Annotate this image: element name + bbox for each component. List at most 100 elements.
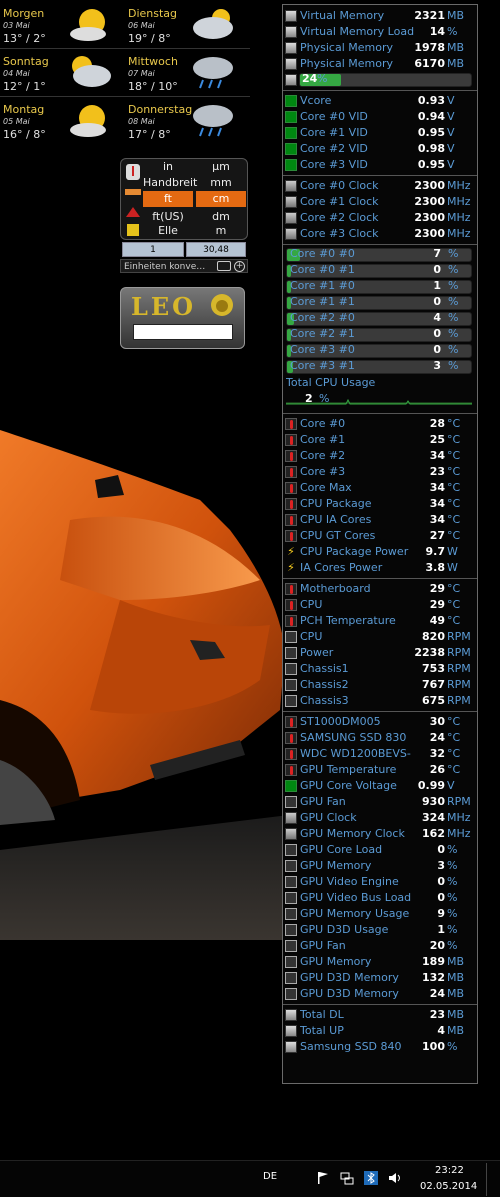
sensor-row[interactable]: Core #1 Clock 2300 MHz [283,194,477,210]
sensor-row[interactable]: Core #2 34 °C [283,448,477,464]
sensor-row[interactable]: ST1000DM005 30 °C [283,714,477,730]
sensor-row[interactable]: Core #3 23 °C [283,464,477,480]
sensor-unit: RPM [447,678,471,691]
unit-converter-gadget[interactable]: in µm Handbreit mm ft cm ft(US) dm Elle … [120,158,248,278]
weather-day-1[interactable]: Morgen 03 Mai 13° / 2° [0,2,125,48]
sensor-label: CPU IA Cores [300,513,372,526]
sensor-row[interactable]: CPU Package 34 °C [283,496,477,512]
unit-left-selected[interactable]: ft [143,191,193,207]
sensor-row[interactable]: Core #2 Clock 2300 MHz [283,210,477,226]
sensor-row[interactable]: CPU 29 °C [283,597,477,613]
fan-icon [285,844,297,856]
sensor-row[interactable]: GPU Fan 930 RPM [283,794,477,810]
sensor-row[interactable]: GPU Video Engine 0% [283,874,477,890]
converter-input-left[interactable]: 1 [122,242,184,257]
sensor-row[interactable]: GPU Video Bus Load 0% [283,890,477,906]
sensor-row[interactable]: GPU Core Load 0% [283,842,477,858]
sensor-row[interactable]: GPU D3D Memory 24 MB [283,986,477,1002]
sensor-row[interactable]: Vcore 0.93 V [283,93,477,109]
sensor-value: 0.95 [417,126,445,139]
weather-date: 07 Mai [128,69,155,78]
sensor-row[interactable]: Total DL 23 MB [283,1007,477,1023]
sensor-row[interactable]: Core #2 VID 0.98 V [283,141,477,157]
weather-day-6[interactable]: Donnerstag 08 Mai 17° / 8° [125,98,250,144]
sensor-row[interactable]: GPU D3D Usage 1% [283,922,477,938]
show-desktop-button[interactable] [486,1163,498,1196]
sensor-row[interactable]: ⚡ IA Cores Power 3.8 W [283,560,477,576]
sensor-row[interactable]: CPU IA Cores 34 °C [283,512,477,528]
clock-date[interactable]: 02.05.2014 [420,1181,477,1192]
speech-bubble-icon[interactable] [217,261,231,271]
converter-input-right[interactable]: 30,48 [186,242,246,257]
flag-icon[interactable] [316,1171,330,1185]
sensor-row[interactable]: GPU Memory Clock 162 MHz [283,826,477,842]
sensor-row[interactable]: Virtual Memory Load 14% [283,24,477,40]
sensor-row[interactable]: WDC WD1200BEVS- 32 °C [283,746,477,762]
sensor-row[interactable]: GPU Clock 324 MHz [283,810,477,826]
sensor-row[interactable]: ⚡ CPU Package Power 9.7 W [283,544,477,560]
sensor-label: GPU D3D Memory [300,987,399,1000]
speaker-icon[interactable] [388,1171,402,1185]
weather-gadget[interactable]: Morgen 03 Mai 13° / 2° Dienstag 06 Mai 1… [0,0,250,150]
network-icon[interactable] [340,1171,354,1185]
sensor-row[interactable]: Virtual Memory 2321 MB [283,8,477,24]
area-icon[interactable] [124,203,142,221]
weather-day-3[interactable]: Sonntag 04 Mai 12° / 1° [0,50,125,96]
sensor-row[interactable]: Motherboard 29 °C [283,581,477,597]
sensor-row[interactable]: GPU Fan 20% [283,938,477,954]
sensor-row[interactable]: PCH Temperature 49 °C [283,613,477,629]
weather-day-4[interactable]: Mittwoch 07 Mai 18° / 10° [125,50,250,96]
sensor-row[interactable]: GPU Memory Usage 9% [283,906,477,922]
sensor-row[interactable]: Core #0 VID 0.94 V [283,109,477,125]
sensor-row[interactable]: CPU GT Cores 27 °C [283,528,477,544]
leo-search-input[interactable] [133,324,233,340]
unit-left-option[interactable]: Handbreit [143,175,197,191]
sensor-label: GPU Clock [300,811,357,824]
sensor-label: Core Max [300,481,352,494]
bluetooth-icon[interactable] [364,1171,378,1185]
unit-left-option[interactable]: Elle [143,223,193,239]
sensor-row[interactable]: GPU Memory 3% [283,858,477,874]
sensor-row[interactable]: Chassis3 675 RPM [283,693,477,709]
unit-left-option[interactable]: in [143,159,193,175]
sensor-row[interactable]: Core #0 28 °C [283,416,477,432]
sensor-row[interactable]: Chassis1 753 RPM [283,661,477,677]
cube-icon[interactable] [124,221,142,239]
sensor-row[interactable]: Power 2238 RPM [283,645,477,661]
sensor-value: 753 [422,662,445,675]
sensor-row[interactable]: Core #1 VID 0.95 V [283,125,477,141]
sensor-row[interactable]: GPU D3D Memory 132 MB [283,970,477,986]
unit-right-selected[interactable]: cm [196,191,246,207]
clock-time[interactable]: 23:22 [435,1165,464,1176]
unit-right-option[interactable]: m [196,223,246,239]
sensor-row[interactable]: CPU 820 RPM [283,629,477,645]
sensor-row[interactable]: Core #3 Clock 2300 MHz [283,226,477,242]
sensor-row[interactable]: Chassis2 767 RPM [283,677,477,693]
group-divider [283,175,477,176]
sensor-row[interactable]: Samsung SSD 840 100% [283,1039,477,1055]
sensor-row[interactable]: Physical Memory 6170 MB [283,56,477,72]
sensor-row[interactable]: Core #1 25 °C [283,432,477,448]
leo-dictionary-gadget[interactable]: LEO [120,287,245,349]
sensor-label: GPU Memory Usage [300,907,410,920]
language-indicator[interactable]: DE [263,1171,277,1182]
sensor-row[interactable]: Core Max 34 °C [283,480,477,496]
unit-right-option[interactable]: mm [196,175,246,191]
weather-day-5[interactable]: Montag 05 Mai 16° / 8° [0,98,125,144]
rain-cloud-icon [193,57,233,89]
sensor-row[interactable]: Physical Memory 1978 MB [283,40,477,56]
add-icon[interactable]: + [234,261,245,272]
sensor-row[interactable]: Core #3 VID 0.95 V [283,157,477,173]
sensor-row[interactable]: GPU Core Voltage 0.99 V [283,778,477,794]
sensor-unit: % [447,923,458,936]
thermometer-icon[interactable] [124,163,142,181]
weather-day-2[interactable]: Dienstag 06 Mai 19° / 8° [125,2,250,48]
sensor-row[interactable]: GPU Temperature 26 °C [283,762,477,778]
sensor-row[interactable]: Total UP 4 MB [283,1023,477,1039]
sensor-row[interactable]: SAMSUNG SSD 830 24 °C [283,730,477,746]
sensor-row[interactable]: GPU Memory 189 MB [283,954,477,970]
ruler-icon[interactable] [124,183,142,201]
bar-label: Core #1 #1 [290,295,355,308]
unit-right-option[interactable]: µm [196,159,246,175]
sensor-row[interactable]: Core #0 Clock 2300 MHz [283,178,477,194]
